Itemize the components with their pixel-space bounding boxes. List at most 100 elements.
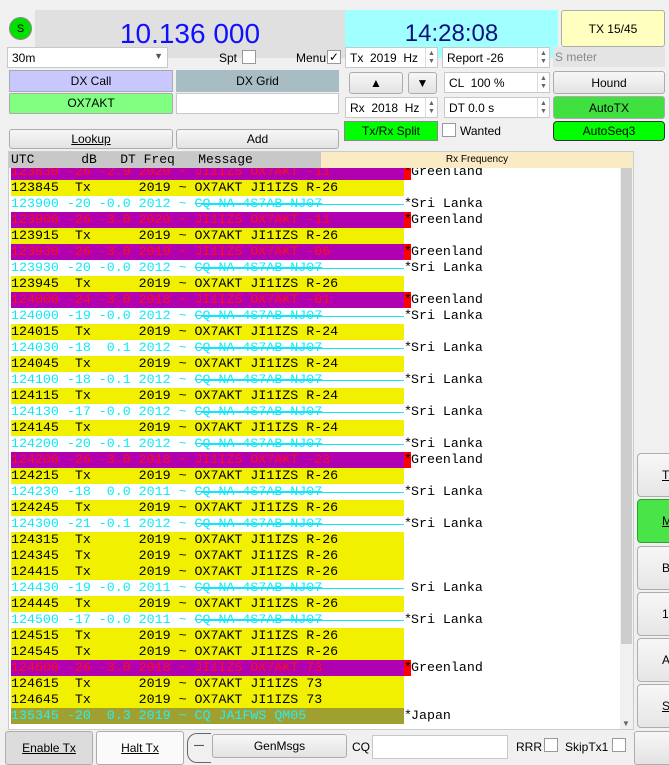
dx-grid-input[interactable]: [176, 93, 339, 114]
message-row[interactable]: 124215 Tx 2019 ~ OX7AKT JI1IZS R-26: [11, 468, 623, 484]
spin-arrows-icon[interactable]: ▲ ▼: [537, 73, 549, 92]
decode-fields: 124645 Tx 2019 ~: [11, 692, 195, 707]
message: JI1IZS OX7AKT -01: [194, 292, 331, 307]
new-marker: *: [404, 708, 412, 723]
autotx-button[interactable]: AutoTX: [553, 96, 665, 119]
message-row[interactable]: 124200 -26 -3.0 2018 ~ JI1IZS OX7AKT -23…: [11, 452, 623, 468]
message-row[interactable]: 135345 -20 0.3 2019 ~ CQ JA1FWS QM05 *Jap…: [11, 708, 623, 724]
spin-arrows-icon[interactable]: ▲ ▼: [425, 98, 437, 117]
country-name: Sri Lanka: [411, 612, 483, 627]
message-row[interactable]: 124645 Tx 2019 ~ OX7AKT JI1IZS 73: [11, 692, 623, 708]
message-row[interactable]: 123900 -26 -3.0 2020 ~ JI1IZS OX7AKT -11…: [11, 212, 623, 228]
message-row[interactable]: 123945 Tx 2019 ~ OX7AKT JI1IZS R-26: [11, 276, 623, 292]
message-row[interactable]: 124230 -18 0.0 2011 ~ CQ NA 4S7AB NJ07 *S…: [11, 484, 623, 500]
message-row[interactable]: 124100 -18 -0.1 2012 ~ CQ NA 4S7AB NJ07 *…: [11, 372, 623, 388]
side-button-label: 1: [662, 607, 669, 621]
rx-frequency-list[interactable]: 123830 -26 -2.9 2020 ~ JI1IZS OX7AKT -11…: [8, 151, 634, 730]
message-row[interactable]: 124615 Tx 2019 ~ OX7AKT JI1IZS 73: [11, 676, 623, 692]
message-row[interactable]: 124045 Tx 2019 ~ OX7AKT JI1IZS R-24: [11, 356, 623, 372]
partial-button[interactable]: [634, 731, 669, 765]
tx-period-button[interactable]: TX 15/45: [561, 10, 665, 47]
message-row[interactable]: 124415 Tx 2019 ~ OX7AKT JI1IZS R-26: [11, 564, 623, 580]
message-row[interactable]: 124130 -17 -0.0 2012 ~ CQ NA 4S7AB NJ07 *…: [11, 404, 623, 420]
rrr-label: RRR: [516, 740, 542, 754]
message-row[interactable]: 123845 Tx 2019 ~ OX7AKT JI1IZS R-26: [11, 180, 623, 196]
message-row[interactable]: 124300 -21 -0.1 2012 ~ CQ NA 4S7AB NJ07 *…: [11, 516, 623, 532]
message-text: 124500 -17 -0.0 2011 ~ CQ NA 4S7AB NJ07: [11, 612, 404, 628]
message-row[interactable]: 124245 Tx 2019 ~ OX7AKT JI1IZS R-26: [11, 500, 623, 516]
scrollbar[interactable]: ▼: [620, 168, 633, 729]
spin-arrows-icon[interactable]: ▲ ▼: [537, 48, 549, 67]
lookup-button[interactable]: Lookup: [9, 129, 173, 149]
message-row[interactable]: 124500 -17 -0.0 2011 ~ CQ NA 4S7AB NJ07 *…: [11, 612, 623, 628]
message-row[interactable]: 124200 -20 -0.1 2012 ~ CQ NA 4S7AB NJ07 *…: [11, 436, 623, 452]
spt-checkbox[interactable]: [242, 50, 256, 64]
message-row[interactable]: 123900 -20 -0.0 2012 ~ CQ NA 4S7AB NJ07 *…: [11, 196, 623, 212]
spin-arrows-icon[interactable]: ▲ ▼: [425, 48, 437, 67]
message-text: 124430 -19 -0.0 2011 ~ CQ NA 4S7AB NJ07: [11, 580, 404, 596]
message-row[interactable]: 124145 Tx 2019 ~ OX7AKT JI1IZS R-24: [11, 420, 623, 436]
skiptx1-checkbox[interactable]: [612, 738, 626, 752]
strike-line: [201, 268, 404, 269]
country: *Sri Lanka: [404, 372, 483, 388]
message-row[interactable]: 124000 -19 -0.0 2012 ~ CQ NA 4S7AB NJ07 *…: [11, 308, 623, 324]
side-button[interactable]: 1: [637, 592, 669, 636]
cl-spinbox[interactable]: CL 100 % ▲ ▼: [444, 72, 550, 93]
menu-checkbox[interactable]: ✓: [327, 50, 341, 64]
hound-button[interactable]: Hound: [553, 71, 665, 94]
message-row[interactable]: 123930 -26 -3.0 2019 ~ JI1IZS OX7AKT -06…: [11, 244, 623, 260]
message-row[interactable]: 123915 Tx 2019 ~ OX7AKT JI1IZS R-26: [11, 228, 623, 244]
wanted-checkbox[interactable]: [442, 123, 456, 137]
dt-spinbox[interactable]: DT 0.0 s ▲ ▼: [444, 97, 550, 118]
country-name: Sri Lanka: [411, 404, 483, 419]
message-row[interactable]: 124315 Tx 2019 ~ OX7AKT JI1IZS R-26: [11, 532, 623, 548]
genmsgs-button[interactable]: GenMsgs: [212, 734, 347, 758]
side-button[interactable]: By: [637, 546, 669, 590]
cq-input[interactable]: [372, 735, 508, 759]
message-row[interactable]: 124600 -26 -3.0 2018 ~ JI1IZS OX7AKT 73 *…: [11, 660, 623, 676]
halt-tx-button[interactable]: Halt Tx: [96, 731, 184, 765]
s-meter: S meter: [553, 47, 665, 67]
add-button[interactable]: Add: [176, 129, 339, 149]
freq-down-button[interactable]: ▼: [408, 72, 437, 94]
message-text: 123930 -20 -0.0 2012 ~ CQ NA 4S7AB NJ07: [11, 260, 404, 276]
message-row[interactable]: 124445 Tx 2019 ~ OX7AKT JI1IZS R-26: [11, 596, 623, 612]
message-text: 123845 Tx 2019 ~ OX7AKT JI1IZS R-26: [11, 180, 404, 196]
rx-freq-spinbox[interactable]: Rx 2018 Hz ▲ ▼: [345, 97, 438, 118]
new-marker: *: [404, 260, 412, 275]
new-marker: *: [404, 244, 412, 260]
spin-arrows-icon[interactable]: ▲ ▼: [537, 98, 549, 117]
tx-freq-spinbox[interactable]: Tx 2019 Hz ▲ ▼: [345, 47, 438, 68]
side-button[interactable]: Mo: [637, 499, 669, 543]
side-button[interactable]: S: [637, 684, 669, 728]
side-button[interactable]: T: [637, 453, 669, 497]
strike-line: [201, 204, 404, 205]
message-row[interactable]: 124115 Tx 2019 ~ OX7AKT JI1IZS R-24: [11, 388, 623, 404]
message-row[interactable]: 124430 -19 -0.0 2011 ~ CQ NA 4S7AB NJ07 …: [11, 580, 623, 596]
side-button[interactable]: Ar: [637, 638, 669, 682]
report-spinbox[interactable]: Report -26 ▲ ▼: [442, 47, 550, 68]
message-row[interactable]: 124030 -18 0.1 2012 ~ CQ NA 4S7AB NJ07 *S…: [11, 340, 623, 356]
message-row[interactable]: 124345 Tx 2019 ~ OX7AKT JI1IZS R-26: [11, 548, 623, 564]
country-name: Sri Lanka: [411, 580, 483, 595]
tab-arrow-icon[interactable]: —: [187, 733, 211, 763]
autoseq-button[interactable]: AutoSeq3: [553, 121, 665, 141]
band-select[interactable]: 30m ▼: [7, 47, 168, 68]
freq-up-button[interactable]: ▲: [349, 72, 403, 94]
enable-tx-button[interactable]: Enable Tx: [5, 731, 93, 765]
dx-call-input[interactable]: OX7AKT: [9, 93, 173, 114]
message-row[interactable]: 124515 Tx 2019 ~ OX7AKT JI1IZS R-26: [11, 628, 623, 644]
message-row[interactable]: 123930 -20 -0.0 2012 ~ CQ NA 4S7AB NJ07 *…: [11, 260, 623, 276]
decode-fields: 124115 Tx 2019 ~: [11, 388, 195, 403]
message-row[interactable]: 124015 Tx 2019 ~ OX7AKT JI1IZS R-24: [11, 324, 623, 340]
scrollbar-thumb[interactable]: [621, 168, 632, 644]
tx-rx-split-button[interactable]: Tx/Rx Split: [344, 121, 438, 141]
side-button-label: T: [662, 468, 669, 482]
rrr-checkbox[interactable]: [544, 738, 558, 752]
scroll-down-icon[interactable]: ▼: [622, 719, 630, 728]
arrow-up-icon: ▲: [370, 76, 382, 90]
message-row[interactable]: 124545 Tx 2019 ~ OX7AKT JI1IZS R-26: [11, 644, 623, 660]
message-text: 124315 Tx 2019 ~ OX7AKT JI1IZS R-26: [11, 532, 404, 548]
message-row[interactable]: 124000 -24 -3.0 2018 ~ JI1IZS OX7AKT -01…: [11, 292, 623, 308]
list-header: UTC dB DT Freq Message: [9, 152, 321, 168]
